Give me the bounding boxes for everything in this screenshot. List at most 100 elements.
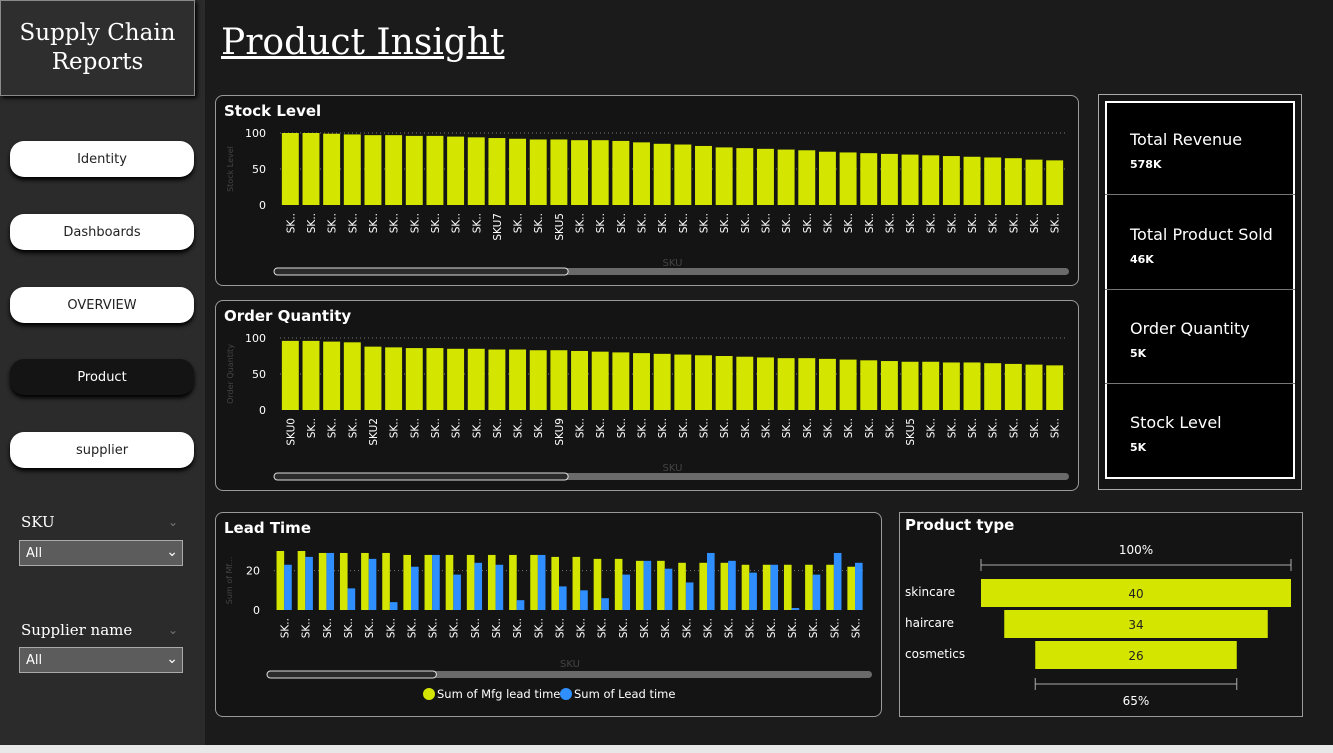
x-tick-label: SK..: [368, 213, 380, 233]
bar: [756, 148, 774, 205]
x-tick-label: SK..: [471, 213, 483, 233]
scrollbar-thumb[interactable]: [273, 472, 569, 481]
bar: [509, 138, 527, 205]
y-tick-label: 0: [259, 199, 266, 212]
legend-marker: [560, 688, 572, 700]
bar: [550, 350, 568, 410]
kpi-label: Order Quantity: [1130, 319, 1250, 338]
chevron-down-icon[interactable]: ⌄: [168, 623, 178, 637]
bar: [447, 136, 465, 205]
bar: [488, 349, 506, 410]
bar: [741, 564, 750, 610]
kpi-value: 5K: [1130, 347, 1147, 360]
bar: [699, 562, 708, 610]
bar: [1004, 363, 1022, 410]
x-tick-label: SK..: [327, 213, 339, 233]
x-axis-title: SKU: [560, 659, 580, 670]
x-tick-label: SK..: [451, 418, 463, 438]
bar: [339, 552, 348, 610]
x-tick-label: SKU7: [492, 213, 504, 241]
x-tick-label: SK..: [926, 213, 938, 233]
x-tick-label: SK..: [513, 213, 525, 233]
x-tick-label: SK..: [347, 213, 359, 233]
legend-label: Sum of Lead time: [574, 687, 675, 701]
bar: [657, 560, 665, 610]
bar: [715, 356, 733, 410]
bar: [1004, 158, 1022, 205]
x-tick-label: SK..: [864, 213, 876, 233]
bar: [860, 360, 878, 410]
bar: [736, 148, 754, 205]
bar: [695, 355, 712, 410]
supplier-slicer-dropdown[interactable]: All ⌄: [19, 647, 183, 673]
nav-product-button[interactable]: Product: [10, 359, 194, 395]
bar: [281, 340, 299, 410]
bar: [516, 600, 525, 610]
scrollbar-thumb[interactable]: [273, 267, 569, 276]
x-tick-label: SK..: [926, 418, 938, 438]
page-tabs-strip: [0, 745, 1333, 753]
y-axis-title: Sum of Mf...: [225, 557, 234, 605]
nav-supplier-button[interactable]: supplier: [10, 432, 194, 468]
bar: [612, 140, 630, 205]
x-tick-label: SK..: [343, 618, 355, 638]
x-tick-label: SK..: [347, 418, 359, 438]
x-tick-label: SK..: [946, 418, 958, 438]
bar: [323, 341, 341, 410]
bar: [445, 554, 454, 610]
funnel-value-label: 40: [1128, 587, 1143, 601]
bar: [643, 560, 652, 610]
x-tick-label: SK..: [595, 213, 607, 233]
x-tick-label: SK..: [781, 213, 793, 233]
legend-label: Sum of Mfg lead time: [437, 687, 560, 701]
bar: [405, 348, 423, 410]
kpi-label: Stock Level: [1130, 413, 1222, 432]
x-tick-label: SK..: [829, 618, 841, 638]
chevron-down-icon[interactable]: ⌄: [168, 515, 178, 529]
x-tick-label: SK..: [787, 618, 799, 638]
x-tick-label: SK..: [575, 213, 587, 233]
sku-slicer-dropdown[interactable]: All ⌄: [19, 540, 183, 566]
x-tick-label: SK..: [802, 213, 814, 233]
x-axis-title: SKU: [663, 463, 683, 474]
bar: [284, 564, 292, 610]
bar: [495, 564, 504, 610]
x-tick-label: SK..: [967, 418, 979, 438]
stock-level-chart-card: Stock Level 0 50 100 Stock Level SK.. SK.. SK.…: [215, 95, 1079, 286]
bar: [1046, 365, 1064, 410]
x-tick-label: SK..: [1029, 418, 1041, 438]
bar: [343, 134, 361, 205]
x-tick-label: SK..: [660, 618, 672, 638]
x-tick-label: SK..: [864, 418, 876, 438]
x-tick-label: SK..: [843, 213, 855, 233]
x-tick-label: SK..: [575, 418, 587, 438]
bar: [777, 358, 795, 410]
bar: [798, 358, 816, 410]
bar: [826, 564, 834, 610]
bar: [530, 554, 538, 610]
bar: [302, 340, 320, 410]
order-quantity-chart: 0 50 100 Order Quantity SKU0 SK.. SK.. SK.. SKU2…: [226, 332, 1069, 481]
x-tick-label: SK..: [740, 213, 752, 233]
nav-identity-button[interactable]: Identity: [10, 141, 194, 177]
y-tick-label: 100: [245, 332, 266, 345]
x-tick-label: SK..: [389, 213, 401, 233]
x-tick-label: SK..: [745, 618, 757, 638]
bar: [984, 363, 1002, 410]
nav-dashboards-button[interactable]: Dashboards: [10, 214, 194, 250]
x-tick-label: SK..: [1008, 213, 1020, 233]
x-tick-label: SKU9: [554, 418, 566, 446]
y-tick-label: 100: [245, 127, 266, 140]
bar: [622, 574, 631, 610]
bar: [847, 566, 856, 610]
bar: [653, 143, 671, 205]
bar: [364, 346, 382, 410]
bar: [818, 358, 836, 410]
nav-overview-button[interactable]: OVERVIEW: [10, 287, 194, 323]
scrollbar-thumb[interactable]: [266, 670, 437, 679]
bar: [922, 155, 940, 205]
x-tick-label: SK..: [285, 213, 297, 233]
x-axis-title: SKU: [663, 258, 683, 269]
bar: [326, 552, 335, 610]
bar: [509, 349, 527, 410]
